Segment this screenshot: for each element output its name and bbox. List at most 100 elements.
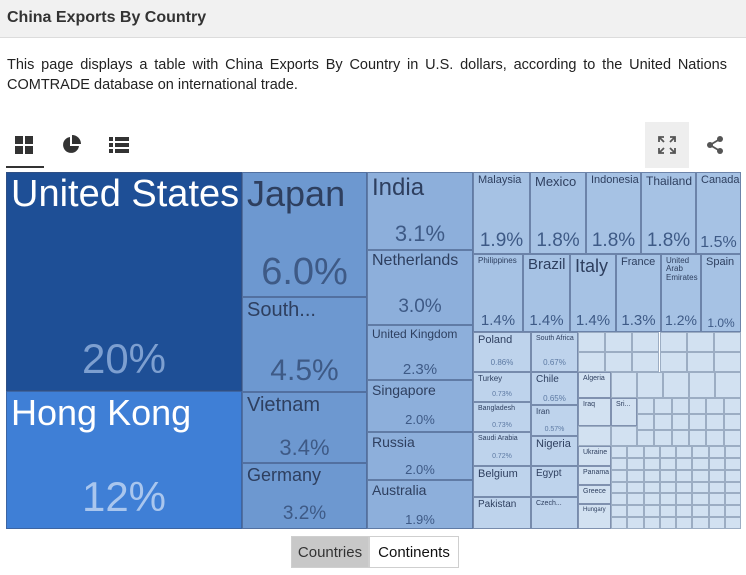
list-view-button[interactable] bbox=[104, 130, 134, 160]
treemap-minor-tile[interactable] bbox=[659, 481, 676, 494]
treemap-minor-tile[interactable] bbox=[723, 414, 741, 430]
treemap-tile[interactable]: United States 20% bbox=[6, 172, 242, 391]
treemap-minor-tile[interactable] bbox=[627, 517, 644, 529]
treemap-minor-tile[interactable] bbox=[689, 414, 707, 430]
treemap-minor-tile[interactable] bbox=[659, 332, 687, 352]
treemap-minor-tile[interactable] bbox=[676, 517, 693, 529]
treemap-minor-tile[interactable] bbox=[706, 430, 724, 446]
treemap-minor-tile[interactable] bbox=[611, 481, 628, 494]
treemap-minor-tile[interactable] bbox=[671, 430, 689, 446]
treemap-minor-tile[interactable] bbox=[643, 446, 660, 458]
treemap-tile[interactable]: France 1.3% bbox=[616, 254, 661, 332]
treemap-tile[interactable]: Egypt bbox=[531, 466, 578, 497]
treemap-tile[interactable]: Malaysia 1.9% bbox=[473, 172, 530, 254]
treemap-minor-tile[interactable] bbox=[654, 398, 672, 414]
countries-toggle-button[interactable]: Countries bbox=[291, 536, 369, 568]
treemap-minor-tile[interactable] bbox=[713, 332, 741, 352]
treemap-minor-tile[interactable] bbox=[637, 398, 655, 414]
treemap-minor-tile[interactable] bbox=[611, 517, 628, 529]
treemap-tile[interactable]: South... 4.5% bbox=[242, 297, 367, 392]
treemap-tile[interactable]: Turkey 0.73% bbox=[473, 372, 531, 402]
treemap-minor-tile[interactable] bbox=[659, 517, 676, 529]
treemap-tile[interactable]: Philippines 1.4% bbox=[473, 254, 523, 332]
treemap-minor-tile[interactable] bbox=[578, 352, 606, 372]
treemap-minor-tile[interactable] bbox=[643, 481, 660, 494]
treemap-tile[interactable]: Canada 1.5% bbox=[696, 172, 741, 254]
treemap-minor-tile[interactable] bbox=[632, 332, 660, 352]
treemap-minor-tile[interactable] bbox=[659, 352, 687, 372]
treemap-tile[interactable]: Australia 1.9% bbox=[367, 480, 473, 529]
treemap-tile[interactable]: Singapore 2.0% bbox=[367, 380, 473, 432]
treemap-minor-tile[interactable] bbox=[632, 352, 660, 372]
treemap-minor-tile[interactable] bbox=[654, 430, 672, 446]
treemap-minor-tile[interactable] bbox=[659, 493, 676, 506]
treemap-minor-tile[interactable] bbox=[663, 372, 689, 398]
treemap-minor-tile[interactable] bbox=[724, 457, 741, 470]
treemap-minor-tile[interactable] bbox=[659, 457, 676, 470]
treemap-minor-tile[interactable] bbox=[611, 446, 628, 458]
treemap-tile[interactable]: Saudi Arabia 0.72% bbox=[473, 432, 531, 466]
treemap-minor-tile[interactable] bbox=[611, 426, 637, 446]
treemap-tile[interactable]: United Kingdom 2.3% bbox=[367, 325, 473, 380]
treemap-minor-tile[interactable] bbox=[706, 414, 724, 430]
treemap-tile[interactable]: Poland 0.86% bbox=[473, 332, 531, 372]
treemap-minor-tile[interactable] bbox=[676, 469, 693, 482]
treemap-minor-tile[interactable] bbox=[708, 481, 725, 494]
treemap-minor-tile[interactable] bbox=[605, 352, 633, 372]
treemap-minor-tile[interactable] bbox=[708, 493, 725, 506]
treemap-tile[interactable]: Thailand 1.8% bbox=[641, 172, 696, 254]
treemap-minor-tile[interactable] bbox=[692, 469, 709, 482]
treemap-minor-tile[interactable] bbox=[611, 457, 628, 470]
treemap-minor-tile[interactable] bbox=[611, 469, 628, 482]
treemap-tile[interactable]: Japan 6.0% bbox=[242, 172, 367, 297]
treemap-minor-tile[interactable] bbox=[692, 517, 709, 529]
treemap-view-button[interactable] bbox=[9, 130, 39, 160]
treemap-minor-tile[interactable] bbox=[676, 481, 693, 494]
treemap-minor-tile[interactable] bbox=[689, 430, 707, 446]
treemap-tile[interactable]: Czech... bbox=[531, 497, 578, 529]
treemap-minor-tile[interactable] bbox=[724, 505, 741, 518]
treemap-minor-tile[interactable] bbox=[659, 446, 676, 458]
treemap-minor-tile[interactable] bbox=[692, 505, 709, 518]
treemap-minor-tile[interactable] bbox=[723, 430, 741, 446]
treemap-minor-tile[interactable] bbox=[643, 457, 660, 470]
treemap-tile[interactable]: Vietnam 3.4% bbox=[242, 392, 367, 463]
treemap-tile[interactable]: Iraq bbox=[578, 398, 611, 426]
treemap-tile[interactable]: Mexico 1.8% bbox=[530, 172, 586, 254]
treemap-tile[interactable]: India 3.1% bbox=[367, 172, 473, 250]
treemap-tile[interactable]: United Arab Emirates 1.2% bbox=[661, 254, 701, 332]
treemap-minor-tile[interactable] bbox=[643, 493, 660, 506]
treemap-minor-tile[interactable] bbox=[708, 457, 725, 470]
treemap-minor-tile[interactable] bbox=[643, 517, 660, 529]
treemap-tile[interactable]: Bangladesh 0.73% bbox=[473, 402, 531, 432]
treemap-tile[interactable]: Spain 1.0% bbox=[701, 254, 741, 332]
treemap-minor-tile[interactable] bbox=[715, 372, 741, 398]
treemap-minor-tile[interactable] bbox=[708, 446, 725, 458]
treemap-tile[interactable]: Sri... bbox=[611, 398, 637, 426]
treemap-minor-tile[interactable] bbox=[692, 481, 709, 494]
treemap-minor-tile[interactable] bbox=[708, 469, 725, 482]
treemap-minor-tile[interactable] bbox=[627, 493, 644, 506]
treemap-tile[interactable]: Iran 0.57% bbox=[531, 405, 578, 436]
treemap-minor-tile[interactable] bbox=[643, 469, 660, 482]
treemap-minor-tile[interactable] bbox=[578, 332, 606, 352]
treemap-tile[interactable]: Belgium bbox=[473, 466, 531, 497]
treemap-minor-tile[interactable] bbox=[708, 505, 725, 518]
treemap-tile[interactable]: Netherlands 3.0% bbox=[367, 250, 473, 325]
treemap-minor-tile[interactable] bbox=[724, 517, 741, 529]
treemap-minor-tile[interactable] bbox=[627, 457, 644, 470]
treemap-minor-tile[interactable] bbox=[578, 426, 611, 446]
treemap-minor-tile[interactable] bbox=[627, 505, 644, 518]
treemap-minor-tile[interactable] bbox=[724, 446, 741, 458]
treemap-minor-tile[interactable] bbox=[627, 446, 644, 458]
treemap-minor-tile[interactable] bbox=[659, 505, 676, 518]
treemap-minor-tile[interactable] bbox=[689, 372, 715, 398]
treemap-minor-tile[interactable] bbox=[671, 398, 689, 414]
treemap-minor-tile[interactable] bbox=[708, 517, 725, 529]
treemap-tile[interactable]: Greece bbox=[578, 485, 611, 504]
treemap-tile[interactable]: Germany 3.2% bbox=[242, 463, 367, 529]
treemap-tile[interactable]: Indonesia 1.8% bbox=[586, 172, 641, 254]
treemap-minor-tile[interactable] bbox=[605, 332, 633, 352]
continents-toggle-button[interactable]: Continents bbox=[369, 536, 459, 568]
share-button[interactable] bbox=[700, 130, 730, 160]
